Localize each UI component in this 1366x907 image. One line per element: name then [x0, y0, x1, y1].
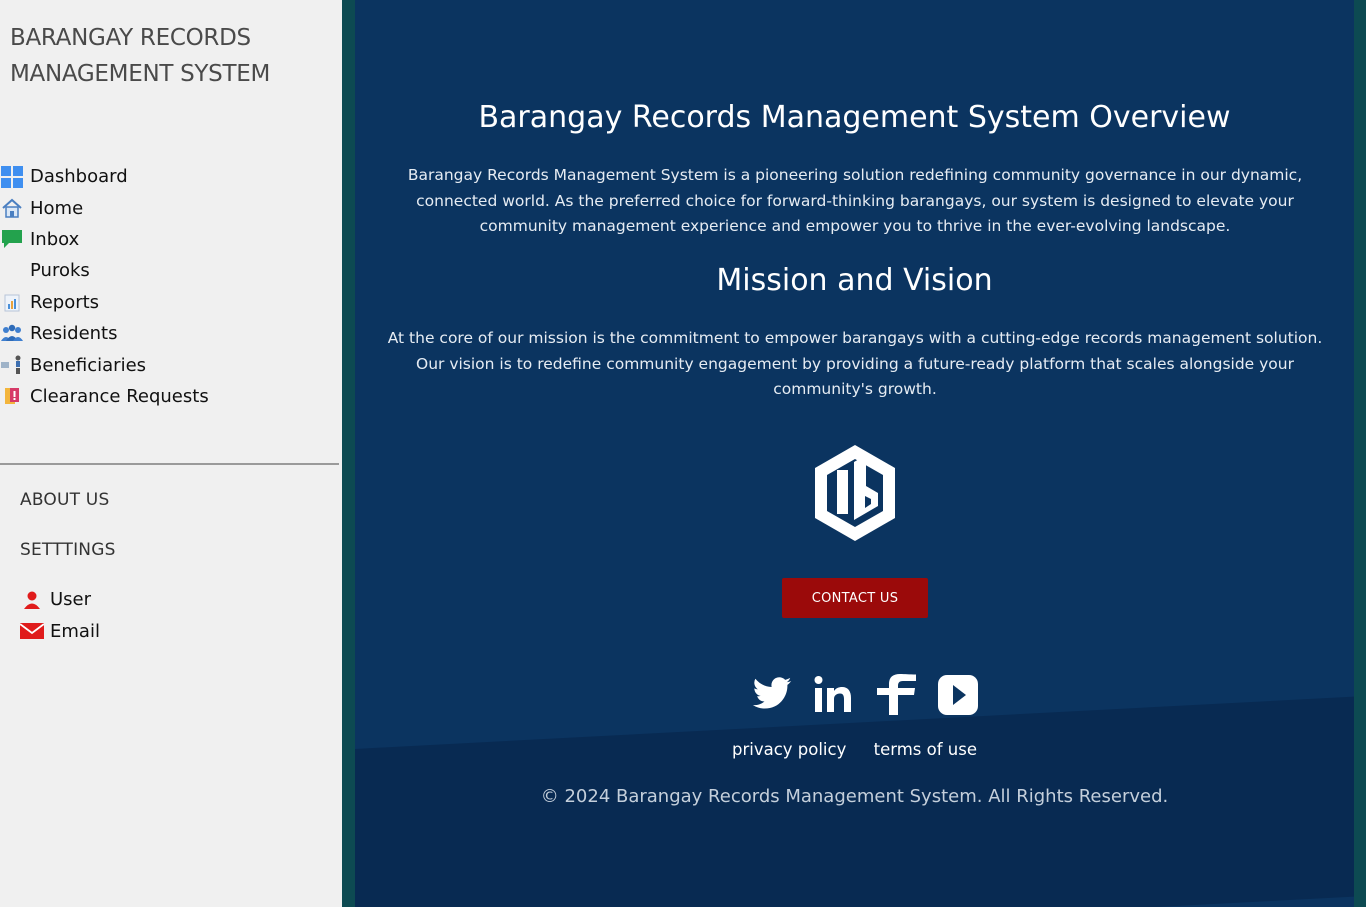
contact-us-button[interactable]: CONTACT US [782, 578, 928, 618]
sidebar-item-label: Clearance Requests [30, 385, 209, 407]
facebook-icon[interactable] [875, 673, 917, 715]
main-content: Barangay Records Management System Overv… [355, 0, 1354, 907]
reports-chart-icon [0, 290, 24, 314]
youtube-icon[interactable] [937, 673, 979, 715]
twitter-icon[interactable] [751, 673, 793, 715]
overview-title: Barangay Records Management System Overv… [478, 100, 1231, 135]
sidebar-item-reports[interactable]: Reports [0, 287, 209, 318]
chat-icon [0, 227, 24, 251]
email-icon [20, 620, 44, 642]
mission-text: At the core of our mission is the commit… [387, 329, 1323, 398]
privacy-policy-link[interactable]: privacy policy [732, 740, 846, 759]
settings-item-email[interactable]: Email [20, 616, 100, 648]
brand-title: BARANGAY RECORDS MANAGEMENT SYSTEM [10, 20, 330, 92]
frame-left-border [342, 0, 355, 907]
settings-item-label: Email [50, 620, 100, 642]
linkedin-icon[interactable] [813, 673, 855, 715]
overview-text: Barangay Records Management System is a … [407, 166, 1303, 235]
home-icon [0, 196, 24, 220]
mission-title: Mission and Vision [716, 263, 993, 298]
sidebar-item-puroks[interactable]: Puroks [0, 255, 209, 286]
sidebar-nav: Dashboard Home Inbox Puroks Reports Resi… [0, 161, 209, 412]
sidebar: BARANGAY RECORDS MANAGEMENT SYSTEM Dashb… [0, 0, 342, 907]
user-icon [20, 589, 44, 611]
settings-item-user[interactable]: User [20, 584, 100, 616]
puroks-icon [0, 259, 24, 283]
brand-line-1: BARANGAY RECORDS [10, 25, 251, 51]
footer-links: privacy policy terms of use [355, 740, 1354, 759]
sidebar-item-inbox[interactable]: Inbox [0, 224, 209, 255]
sidebar-item-beneficiaries[interactable]: Beneficiaries [0, 349, 209, 380]
beneficiaries-icon [0, 353, 24, 377]
settings-heading[interactable]: SETTTINGS [20, 540, 116, 560]
sidebar-item-label: Beneficiaries [30, 354, 147, 376]
residents-group-icon [0, 322, 24, 346]
brand-logo-icon [810, 442, 900, 544]
sidebar-item-home[interactable]: Home [0, 192, 209, 223]
social-links [751, 673, 979, 715]
sidebar-item-label: Inbox [30, 228, 80, 250]
about-us-link[interactable]: ABOUT US [20, 490, 109, 510]
sidebar-item-label: Residents [30, 323, 118, 345]
sidebar-item-dashboard[interactable]: Dashboard [0, 161, 209, 192]
sidebar-item-label: Home [30, 197, 84, 219]
settings-item-label: User [50, 589, 92, 611]
brand-line-2: MANAGEMENT SYSTEM [10, 61, 270, 87]
sidebar-item-clearance-requests[interactable]: Clearance Requests [0, 381, 209, 412]
terms-of-use-link[interactable]: terms of use [874, 740, 977, 759]
clearance-request-icon [0, 384, 24, 408]
sidebar-item-label: Reports [30, 291, 100, 313]
sidebar-divider [0, 463, 339, 465]
settings-menu: User Email [20, 584, 100, 647]
sidebar-item-label: Dashboard [30, 166, 128, 188]
sidebar-item-label: Puroks [30, 260, 90, 282]
frame-right-border [1354, 0, 1366, 907]
copyright-text: © 2024 Barangay Records Management Syste… [540, 786, 1169, 807]
dashboard-grid-icon [0, 165, 24, 189]
sidebar-item-residents[interactable]: Residents [0, 318, 209, 349]
